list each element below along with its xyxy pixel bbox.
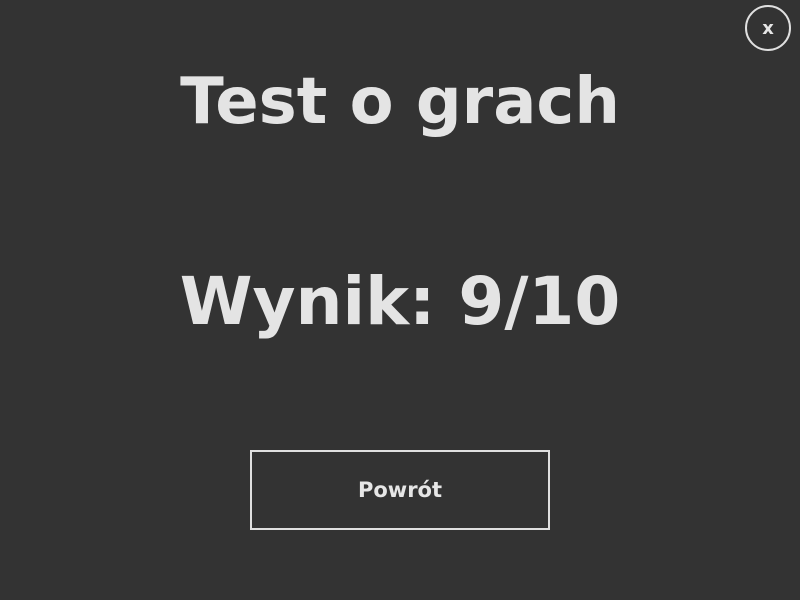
page-title: Test o grach <box>180 65 620 139</box>
result-screen: x Test o grach Wynik: 9/10 Powrót <box>0 0 800 600</box>
score-text: Wynik: 9/10 <box>179 263 621 340</box>
close-button[interactable]: x <box>745 5 791 51</box>
back-button[interactable]: Powrót <box>250 450 550 530</box>
